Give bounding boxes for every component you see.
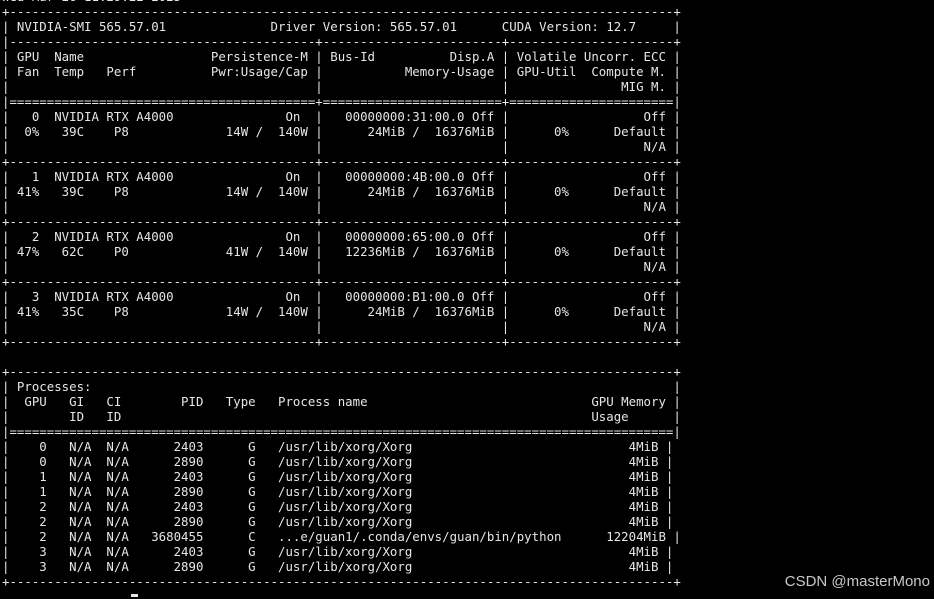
terminal-output: Wed Mar 26 11:29:22 2025+---------------…	[2, 0, 681, 589]
terminal-line: | | | MIG M. |	[2, 79, 681, 94]
terminal-line: +---------------------------------------…	[2, 214, 681, 229]
terminal-line: | 41% 35C P8 14W / 140W | 24MiB / 16376M…	[2, 304, 681, 319]
terminal-line: |=======================================…	[2, 424, 681, 439]
terminal-line: +---------------------------------------…	[2, 154, 681, 169]
terminal-window[interactable]: Wed Mar 26 11:29:22 2025+---------------…	[0, 0, 934, 599]
terminal-line: | Fan Temp Perf Pwr:Usage/Cap | Memory-U…	[2, 64, 681, 79]
terminal-line: |---------------------------------------…	[2, 34, 681, 49]
terminal-line: +---------------------------------------…	[2, 364, 681, 379]
terminal-line: | | | N/A |	[2, 139, 681, 154]
terminal-line: | 1 N/A N/A 2403 G /usr/lib/xorg/Xorg 4M…	[2, 469, 674, 484]
terminal-line: | 2 N/A N/A 3680455 C ...e/guan1/.conda/…	[2, 529, 681, 544]
terminal-line: | Processes: |	[2, 379, 681, 394]
terminal-line: | 0 N/A N/A 2403 G /usr/lib/xorg/Xorg 4M…	[2, 439, 674, 454]
terminal-line: | | | N/A |	[2, 199, 681, 214]
terminal-line: | 2 N/A N/A 2403 G /usr/lib/xorg/Xorg 4M…	[2, 499, 674, 514]
terminal-line: +---------------------------------------…	[2, 4, 681, 19]
terminal-line: | 1 N/A N/A 2890 G /usr/lib/xorg/Xorg 4M…	[2, 484, 674, 499]
terminal-line: | 3 N/A N/A 2890 G /usr/lib/xorg/Xorg 4M…	[2, 559, 674, 574]
terminal-line: | 41% 39C P8 14W / 140W | 24MiB / 16376M…	[2, 184, 681, 199]
terminal-line: | GPU GI CI PID Type Process name GPU Me…	[2, 394, 681, 409]
terminal-line: | 3 NVIDIA RTX A4000 On | 00000000:B1:00…	[2, 289, 681, 304]
terminal-line: | 0% 39C P8 14W / 140W | 24MiB / 16376Mi…	[2, 124, 681, 139]
terminal-line: +---------------------------------------…	[2, 274, 681, 289]
terminal-line: | 2 NVIDIA RTX A4000 On | 00000000:65:00…	[2, 229, 681, 244]
terminal-line: | 1 NVIDIA RTX A4000 On | 00000000:4B:00…	[2, 169, 681, 184]
terminal-cursor	[131, 594, 138, 597]
terminal-line: +---------------------------------------…	[2, 574, 681, 589]
terminal-line: | 47% 62C P0 41W / 140W | 12236MiB / 163…	[2, 244, 681, 259]
terminal-line: | 3 N/A N/A 2403 G /usr/lib/xorg/Xorg 4M…	[2, 544, 674, 559]
terminal-line: | GPU Name Persistence-M | Bus-Id Disp.A…	[2, 49, 681, 64]
terminal-line: | NVIDIA-SMI 565.57.01 Driver Version: 5…	[2, 19, 681, 34]
terminal-line: | ID ID Usage |	[2, 409, 681, 424]
watermark: CSDN @masterMono	[784, 573, 930, 590]
terminal-line: +---------------------------------------…	[2, 334, 681, 349]
terminal-line: | 0 NVIDIA RTX A4000 On | 00000000:31:00…	[2, 109, 681, 124]
terminal-line: | | | N/A |	[2, 259, 681, 274]
terminal-line: | 0 N/A N/A 2890 G /usr/lib/xorg/Xorg 4M…	[2, 454, 674, 469]
terminal-line: | 2 N/A N/A 2890 G /usr/lib/xorg/Xorg 4M…	[2, 514, 674, 529]
terminal-line: |=======================================…	[2, 94, 681, 109]
terminal-line: | | | N/A |	[2, 319, 681, 334]
